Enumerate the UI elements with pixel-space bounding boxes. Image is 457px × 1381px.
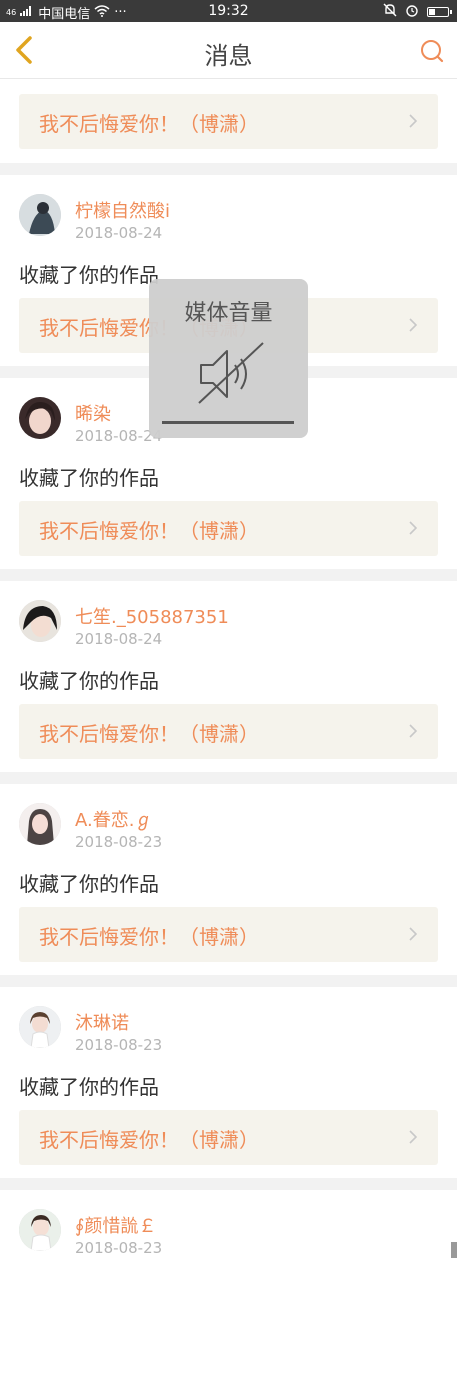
avatar[interactable] [19, 803, 61, 845]
work-link[interactable]: 我不后悔爱你！（博潇） [19, 704, 438, 759]
username[interactable]: ∮颜惜詤￡ [75, 1212, 156, 1238]
chevron-right-icon [409, 318, 418, 332]
message-action: 收藏了你的作品 [19, 1075, 159, 1099]
message-card: 七笙._505887351 2018-08-24 收藏了你的作品 我不后悔爱你！… [0, 581, 457, 772]
volume-level-track [162, 421, 294, 424]
work-title: 我不后悔爱你！（博潇） [39, 925, 259, 949]
message-action: 收藏了你的作品 [19, 263, 159, 287]
search-icon [421, 40, 444, 63]
avatar[interactable] [19, 397, 61, 439]
message-action: 收藏了你的作品 [19, 466, 159, 490]
message-date: 2018-08-23 [75, 833, 163, 851]
chevron-right-icon [409, 1130, 418, 1144]
status-bar: 46 中国电信 ··· 19:32 [0, 0, 457, 22]
message-feed: 我不后悔爱你！（博潇） 柠檬自然酸i 2018-08-24 收藏了你的作品 我不… [0, 79, 457, 1381]
chevron-right-icon [409, 724, 418, 738]
notification-muted-icon [383, 3, 397, 21]
avatar[interactable] [19, 1006, 61, 1048]
volume-title: 媒体音量 [184, 301, 273, 326]
chevron-right-icon [409, 114, 418, 128]
username[interactable]: 沐琳诺 [75, 1009, 129, 1035]
app-header: 消息 [0, 22, 457, 79]
work-link[interactable]: 我不后悔爱你！（博潇） [19, 907, 438, 962]
work-title: 我不后悔爱你！（博潇） [39, 112, 259, 136]
volume-overlay: 媒体音量 [149, 279, 308, 438]
work-link[interactable]: 我不后悔爱你！（博潇） [19, 1110, 438, 1165]
avatar[interactable] [19, 194, 61, 236]
search-button[interactable] [419, 38, 445, 64]
message-date: 2018-08-24 [75, 224, 163, 242]
scrollbar-thumb[interactable] [451, 1242, 457, 1258]
message-action: 收藏了你的作品 [19, 872, 159, 896]
work-title: 我不后悔爱你！（博潇） [39, 519, 259, 543]
username[interactable]: A.眷恋.ℊ [75, 806, 152, 832]
username[interactable]: 晞染 [75, 400, 111, 426]
message-card: A.眷恋.ℊ 2018-08-23 收藏了你的作品 我不后悔爱你！（博潇） [0, 784, 457, 975]
avatar[interactable] [19, 600, 61, 642]
message-card: ∮颜惜詤￡ 2018-08-23 [0, 1190, 457, 1381]
alarm-icon [405, 3, 419, 21]
page-title: 消息 [204, 42, 253, 70]
message-date: 2018-08-24 [75, 630, 163, 648]
work-title: 我不后悔爱你！（博潇） [39, 1128, 259, 1152]
speaker-muted-icon [198, 342, 264, 404]
message-card-partial: 我不后悔爱你！（博潇） [0, 79, 457, 163]
chevron-right-icon [409, 521, 418, 535]
chevron-right-icon [409, 927, 418, 941]
username[interactable]: 柠檬自然酸i [75, 197, 170, 223]
message-card: 沐琳诺 2018-08-23 收藏了你的作品 我不后悔爱你！（博潇） [0, 987, 457, 1178]
avatar[interactable] [19, 1209, 61, 1251]
work-link[interactable]: 我不后悔爱你！（博潇） [19, 501, 438, 556]
work-title: 我不后悔爱你！（博潇） [39, 722, 259, 746]
work-link[interactable]: 我不后悔爱你！（博潇） [19, 94, 438, 149]
message-date: 2018-08-23 [75, 1036, 163, 1054]
message-action: 收藏了你的作品 [19, 669, 159, 693]
message-date: 2018-08-23 [75, 1239, 163, 1257]
battery-icon [427, 7, 452, 17]
username[interactable]: 七笙._505887351 [75, 603, 229, 629]
